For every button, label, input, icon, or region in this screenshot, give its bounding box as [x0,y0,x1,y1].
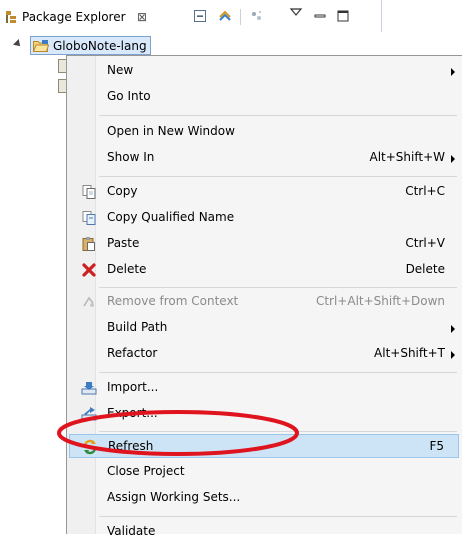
maximize-icon[interactable] [336,9,350,23]
menu-item-label: Copy Qualified Name [107,210,235,224]
menu-item-copy-qualified-name[interactable]: Copy Qualified Name [69,206,459,230]
menu-item-label: Go Into [107,89,151,103]
menu-item-label: Assign Working Sets... [107,490,241,504]
menu-item-shortcut: Ctrl+V [405,236,445,250]
menu-separator [99,287,457,288]
collapse-all-icon[interactable] [193,9,207,23]
menu-separator [99,372,457,373]
menu-item-label: Copy [107,184,138,198]
menu-item-delete[interactable]: Delete Delete [69,258,459,282]
menu-item-shortcut: Delete [405,262,445,276]
menu-item-open-in-new-window[interactable]: Open in New Window [69,120,459,144]
minimize-icon[interactable] [313,9,327,23]
view-menu-icon[interactable] [289,6,303,20]
menu-item-shortcut: Alt+Shift+T [374,346,445,360]
menu-separator [99,176,457,177]
menu-item-label: Validate [107,524,156,538]
menu-item-validate[interactable]: Validate [69,520,459,544]
project-folder-icon [33,39,49,52]
project-node[interactable]: GloboNote-lang [30,36,151,55]
menu-item-shortcut: Ctrl+C [405,184,445,198]
menu-separator [99,115,457,116]
submenu-arrow-icon [451,155,455,163]
menu-item-go-into[interactable]: Go Into [69,85,459,109]
menu-item-refactor[interactable]: Refactor Alt+Shift+T [69,342,459,366]
close-tab-icon[interactable]: ⊠ [137,10,147,24]
menu-item-remove-from-context[interactable]: Remove from Context Ctrl+Alt+Shift+Down [69,290,459,314]
menu-item-label: Paste [107,236,140,250]
expand-arrow-icon[interactable] [13,39,23,49]
menu-item-label: Build Path [107,320,168,334]
submenu-arrow-icon [451,351,455,359]
menu-separator [99,516,457,517]
remove-context-icon [83,296,94,307]
paste-icon [82,237,95,251]
menu-item-assign-working-sets[interactable]: Assign Working Sets... [69,486,459,510]
annotation-ellipse [57,410,299,456]
menu-item-shortcut: Ctrl+Alt+Shift+Down [315,294,445,308]
package-explorer-icon [6,11,16,23]
copy-icon [82,185,96,199]
delete-icon [82,263,96,277]
menu-item-close-project[interactable]: Close Project [69,460,459,484]
project-name: GloboNote-lang [53,38,147,53]
menu-item-show-in[interactable]: Show In Alt+Shift+W [69,146,459,170]
submenu-arrow-icon [451,68,455,76]
menu-item-label: Refactor [107,346,158,360]
menu-item-label: Import... [107,380,159,394]
menu-item-build-path[interactable]: Build Path [69,316,459,340]
view-title: Package Explorer [22,10,126,24]
menu-item-label: Close Project [107,464,185,478]
menu-item-label: Show In [107,150,155,164]
focus-on-task-icon[interactable] [250,9,264,23]
menu-item-label: Remove from Context [107,294,239,308]
link-with-editor-icon[interactable] [218,9,232,23]
view-tab-bar: Package Explorer ⊠ [0,0,382,32]
import-icon [81,382,97,395]
menu-item-shortcut: Alt+Shift+W [369,150,446,164]
menu-item-copy[interactable]: Copy Ctrl+C [69,180,459,204]
menu-item-import[interactable]: Import... [69,376,459,400]
package-explorer-tab[interactable]: Package Explorer ⊠ [0,3,163,29]
menu-item-shortcut: F5 [429,439,444,453]
menu-item-paste[interactable]: Paste Ctrl+V [69,232,459,256]
menu-item-label: Open in New Window [107,124,235,138]
menu-item-new[interactable]: New [69,59,459,83]
context-menu: New Go Into Open in New Window Show In A… [66,55,462,538]
menu-item-label: Delete [107,262,147,276]
menu-item-label: New [107,63,134,77]
copy-qualified-name-icon [82,211,96,225]
submenu-arrow-icon [451,325,455,333]
